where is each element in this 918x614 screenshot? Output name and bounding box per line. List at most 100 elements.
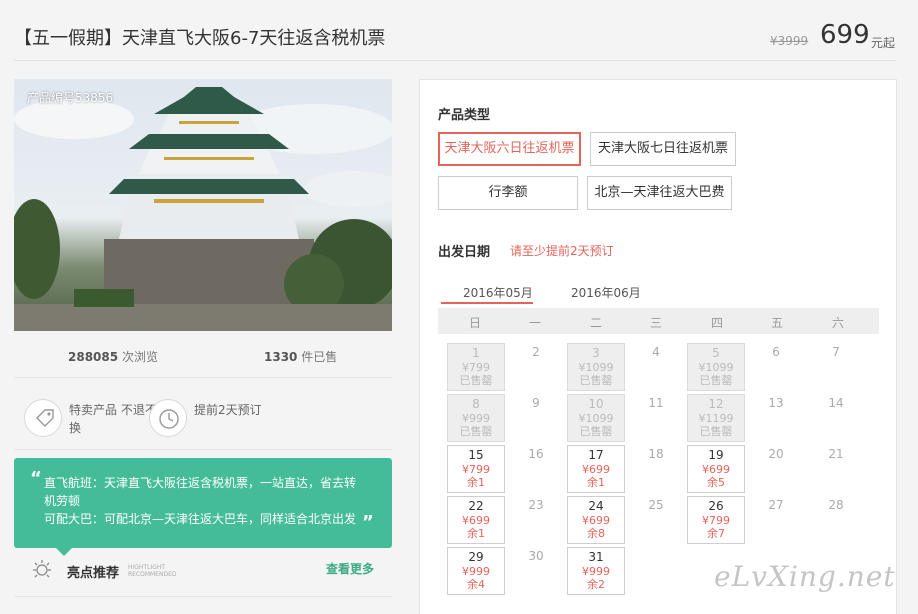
sold-count: 1330: [264, 350, 298, 364]
day-number: 18: [648, 447, 664, 461]
option-beijing-bus[interactable]: 北京—天津往返大巴费: [587, 176, 732, 210]
remaining-count: 余5: [707, 476, 725, 489]
day-price: ¥799: [462, 361, 490, 374]
remaining-count: 余8: [587, 527, 605, 540]
active-month-indicator: [441, 302, 533, 304]
day-price: ¥1199: [698, 412, 734, 425]
tab-month-may[interactable]: 2016年05月: [463, 284, 533, 301]
sun-icon: [30, 557, 54, 581]
weekday-label: 日: [468, 316, 481, 330]
calendar-day: 27: [747, 496, 805, 544]
day-price: ¥999: [582, 565, 610, 578]
views-count: 288085: [68, 350, 119, 364]
quote-open-icon: “: [30, 468, 42, 489]
calendar-day: 13: [747, 394, 805, 442]
quote-close-icon: ”: [362, 512, 374, 533]
calendar-day: 10 ¥1099 已售罄: [567, 394, 625, 442]
day-price: ¥799: [702, 514, 730, 527]
highlights-subtitle: HIGHTLIGHT RECOMMENDED: [128, 564, 177, 578]
day-number: 5: [712, 346, 720, 360]
option-tianjin-osaka-6day[interactable]: 天津大阪六日往返机票: [438, 132, 581, 166]
day-price: ¥999: [462, 565, 490, 578]
calendar-day[interactable]: 17 ¥699 余1: [567, 445, 625, 493]
day-price: ¥699: [462, 514, 490, 527]
calendar-day[interactable]: 22 ¥699 余1: [447, 496, 505, 544]
calendar-day[interactable]: 19 ¥699 余5: [687, 445, 745, 493]
day-price: ¥1099: [698, 361, 734, 374]
option-tianjin-osaka-7day[interactable]: 天津大阪七日往返机票: [590, 132, 736, 166]
calendar-day: 30: [507, 547, 565, 595]
current-price: 699: [820, 20, 870, 50]
sold-out-label: 已售罄: [579, 425, 613, 438]
header-divider: [14, 60, 896, 61]
highlights-title: 亮点推荐: [67, 566, 120, 581]
calendar-day[interactable]: 26 ¥799 余7: [687, 496, 745, 544]
day-number: 23: [528, 498, 544, 512]
remaining-count: 余4: [467, 578, 485, 591]
day-number: 9: [532, 396, 540, 410]
watermark: eLvXing.net: [714, 560, 896, 593]
original-price: ¥3999: [770, 34, 809, 48]
day-number: 6: [772, 345, 780, 359]
view-more-link[interactable]: 查看更多: [326, 560, 374, 577]
departure-date-title: 出发日期: [438, 245, 491, 260]
views-label: 次浏览: [121, 350, 158, 364]
calendar-day[interactable]: 15 ¥799 余1: [447, 445, 505, 493]
highlights-subtitle-line: HIGHTLIGHT: [128, 564, 166, 571]
day-price: ¥1099: [578, 361, 614, 374]
tag-icon: [24, 399, 62, 437]
product-stats: 288085 次浏览 1330 件已售: [14, 338, 392, 374]
option-baggage[interactable]: 行李额: [438, 176, 578, 210]
sold-out-label: 已售罄: [459, 374, 493, 387]
divider: [14, 596, 392, 597]
calendar-day: 20: [747, 445, 805, 493]
weekday-label: 三: [649, 316, 662, 330]
views-stat: 288085 次浏览: [68, 348, 158, 365]
calendar-day: 23: [507, 496, 565, 544]
highlight-note: “ 直飞航班：天津直飞大阪往返含税机票，一站直达，省去转机劳顿 可配大巴：可配北…: [14, 458, 392, 556]
weekday-label: 二: [589, 316, 602, 330]
calendar-day[interactable]: 31 ¥999 余2: [567, 547, 625, 595]
product-photo: 产品编号53856: [14, 79, 392, 331]
day-number: 19: [708, 448, 724, 462]
note-text: 直飞航班：天津直飞大阪往返含税机票，一站直达，省去转机劳顿 可配大巴：可配北京—…: [44, 474, 364, 528]
day-number: 14: [828, 396, 844, 410]
day-number: 22: [468, 499, 484, 513]
day-number: 7: [832, 345, 840, 359]
day-number: 27: [768, 498, 784, 512]
sold-out-label: 已售罄: [579, 374, 613, 387]
osaka-castle-image: [14, 87, 392, 331]
booking-panel: 产品类型 天津大阪六日往返机票 天津大阪七日往返机票 行李额 北京—天津往返大巴…: [419, 79, 897, 614]
note-pointer: [56, 548, 72, 556]
calendar-day: 5 ¥1099 已售罄: [687, 343, 745, 391]
feature-advance-booking: 提前2天预订: [149, 399, 269, 439]
remaining-count: 余1: [587, 476, 605, 489]
clock-icon: [149, 399, 187, 437]
day-number: 11: [648, 396, 664, 410]
day-number: 10: [588, 397, 604, 411]
sold-out-label: 已售罄: [459, 425, 493, 438]
day-price: ¥699: [582, 463, 610, 476]
divider: [14, 377, 392, 378]
day-number: 8: [472, 397, 480, 411]
remaining-count: 余2: [587, 578, 605, 591]
day-price: ¥999: [462, 412, 490, 425]
page-title: 【五一假期】天津直飞大阪6-7天往返含税机票: [14, 28, 386, 49]
day-number: 13: [768, 396, 784, 410]
day-number: 20: [768, 447, 784, 461]
feature-text: 提前2天预订: [194, 403, 262, 417]
product-type-title: 产品类型: [438, 108, 491, 123]
tab-month-june[interactable]: 2016年06月: [571, 284, 641, 301]
calendar-day: 2: [507, 343, 565, 391]
weekday-header: 日 一 二 三 四 五 六: [438, 308, 879, 334]
calendar-day: 25: [627, 496, 685, 544]
weekday-label: 一: [528, 316, 541, 330]
calendar-day[interactable]: 24 ¥699 余8: [567, 496, 625, 544]
weekday-label: 五: [770, 316, 783, 330]
note-line-flight: 直飞航班：天津直飞大阪往返含税机票，一站直达，省去转机劳顿: [44, 476, 357, 508]
calendar-day[interactable]: 29 ¥999 余4: [447, 547, 505, 595]
remaining-count: 余1: [467, 527, 485, 540]
page-header: 【五一假期】天津直飞大阪6-7天往返含税机票 ¥3999 699 元起: [0, 0, 918, 62]
day-number: 17: [588, 448, 604, 462]
day-number: 24: [588, 499, 604, 513]
